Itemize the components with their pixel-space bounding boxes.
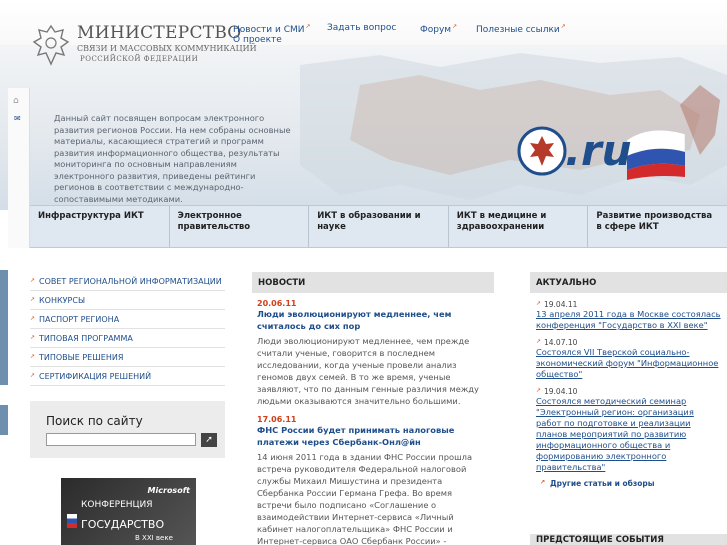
ru-logo-text: .ru [565, 126, 632, 175]
category-infrastructure[interactable]: Инфраструктура ИКТ [30, 206, 169, 247]
upcoming-events-heading: ПРЕДСТОЯЩИЕ СОБЫТИЯ [530, 534, 727, 545]
actual-link[interactable]: 13 апреля 2011 года в Москве состоялась … [536, 309, 721, 331]
nav-ask-question[interactable]: Задать вопрос [327, 23, 396, 33]
news-title-link[interactable]: Люди эволюционируют медленнее, чем счита… [257, 308, 489, 332]
category-e-government[interactable]: Электронное правительство [168, 206, 309, 247]
left-tab-strip: ⌂ ✉ [8, 88, 30, 248]
banner-line2: ГОСУДАРСТВО [81, 518, 165, 531]
nav-news-media[interactable]: Новости и СМИ↗ [233, 23, 311, 35]
category-production[interactable]: Развитие производства в сфере ИКТ [587, 206, 727, 247]
actual-heading: АКТУАЛЬНО [530, 272, 727, 293]
site-search-box: Поиск по сайту ➚ [30, 401, 225, 458]
news-panel: НОВОСТИ 20.06.11 Люди эволюционируют мед… [252, 272, 494, 545]
letter-icon[interactable]: ✉ [14, 114, 21, 123]
category-medicine[interactable]: ИКТ в медицине и здравоохранении [447, 206, 588, 247]
left-accent-bar-lower [0, 405, 8, 435]
side-menu-standard-solutions[interactable]: ТИПОВЫЕ РЕШЕНИЯ [30, 348, 225, 367]
news-body: 14 июня 2011 года в здании ФНС России пр… [257, 452, 473, 545]
search-button[interactable]: ➚ [201, 433, 217, 447]
banner-line1: КОНФЕРЕНЦИЯ [81, 500, 153, 510]
intro-text: Данный сайт посвящен вопросам электронно… [54, 113, 291, 204]
external-arrow-icon: ↗ [560, 23, 566, 30]
banner-brand: Microsoft [147, 486, 190, 495]
logo-subtitle-country: РОССИЙСКОЙ ФЕДЕРАЦИИ [80, 55, 199, 63]
more-articles-link[interactable]: Другие статьи и обзоры [536, 479, 721, 488]
actual-link[interactable]: Состоялся методический семинар "Электрон… [536, 396, 721, 473]
news-heading: НОВОСТИ [252, 272, 494, 293]
news-date: 20.06.11 [257, 299, 297, 308]
side-menu-region-passport[interactable]: ПАСПОРТ РЕГИОНА [30, 310, 225, 329]
external-arrow-icon: ↗ [305, 23, 311, 30]
news-date: 17.06.11 [257, 415, 297, 424]
side-menu-contests[interactable]: КОНКУРСЫ [30, 291, 225, 310]
search-input[interactable] [46, 433, 196, 446]
home-icon[interactable]: ⌂ [13, 96, 19, 106]
search-title: Поиск по сайту [46, 414, 143, 428]
side-menu: СОВЕТ РЕГИОНАЛЬНОЙ ИНФОРМАТИЗАЦИИ КОНКУР… [30, 272, 225, 386]
logo-subtitle: СВЯЗИ И МАССОВЫХ КОММУНИКАЦИЙ [77, 44, 257, 53]
banner-line3: В XXI веке [135, 534, 173, 542]
external-arrow-icon: ↗ [452, 23, 458, 30]
category-bar: Инфраструктура ИКТ Электронное правитель… [30, 205, 727, 248]
news-body: Люди эволюционируют медленнее, чем прежд… [257, 336, 479, 406]
logo-title: МИНИСТЕРСТВО [77, 23, 242, 43]
conference-banner[interactable]: Microsoft КОНФЕРЕНЦИЯ ГОСУДАРСТВО В XXI … [61, 478, 196, 545]
side-menu-certification[interactable]: СЕРТИФИКАЦИЯ РЕШЕНИЙ [30, 367, 225, 386]
side-menu-standard-program[interactable]: ТИПОВАЯ ПРОГРАММА [30, 329, 225, 348]
side-menu-council[interactable]: СОВЕТ РЕГИОНАЛЬНОЙ ИНФОРМАТИЗАЦИИ [30, 272, 225, 291]
left-accent-bar [0, 270, 8, 385]
nav-forum[interactable]: Форум↗ [420, 23, 457, 35]
flag-icon [67, 514, 77, 528]
ru-domain-logo: .ru [515, 122, 690, 180]
nav-useful-links[interactable]: Полезные ссылки↗ [476, 23, 566, 35]
news-title-link[interactable]: ФНС России будет принимать налоговые пла… [257, 424, 489, 448]
actual-link[interactable]: Состоялся VII Тверской социально-экономи… [536, 347, 721, 380]
actual-date: 14.07.10 [536, 338, 721, 347]
actual-panel: АКТУАЛЬНО 19.04.11 13 апреля 2011 года в… [530, 272, 727, 545]
actual-date: 19.04.10 [536, 387, 721, 396]
actual-date: 19.04.11 [536, 300, 721, 309]
nav-about[interactable]: О проекте [233, 35, 282, 45]
coat-of-arms-icon [32, 24, 70, 66]
category-education[interactable]: ИКТ в образовании и науке [308, 206, 448, 247]
